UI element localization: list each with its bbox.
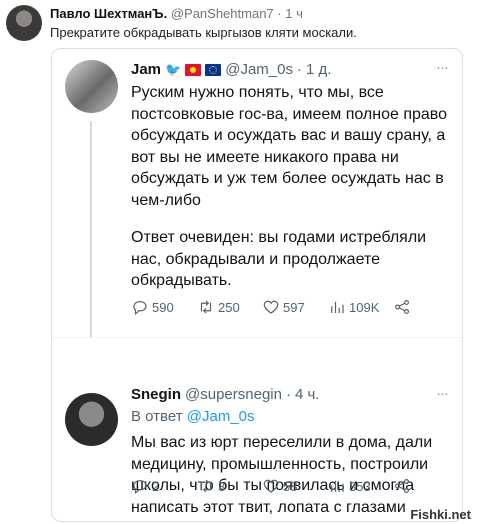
tweet2-author-name[interactable]: Snegin xyxy=(131,386,181,403)
eu-flag-icon xyxy=(205,63,222,76)
tweet1-header: Jam 🐦 @Jam_0s · 1 д. xyxy=(131,61,331,78)
more-icon[interactable]: ··· xyxy=(436,59,449,76)
like-icon xyxy=(263,300,279,314)
views-count: 109K xyxy=(349,299,380,315)
reply-button[interactable]: 590 xyxy=(131,298,197,316)
tweet2-time[interactable]: 4 ч. xyxy=(295,386,320,403)
views-count: 353 xyxy=(349,478,371,494)
views-icon xyxy=(331,301,344,313)
tweet1-author-name[interactable]: Jam xyxy=(131,61,161,78)
share-icon xyxy=(395,479,409,493)
bird-icon: 🐦 xyxy=(165,61,182,77)
reply-icon xyxy=(133,301,147,315)
reply-icon xyxy=(133,480,147,494)
reply-count: 590 xyxy=(152,299,174,315)
watermark: Fishki.net xyxy=(410,507,471,522)
retweet-count: 3 xyxy=(218,478,226,494)
tweet1-actions: 590 250 597 109K xyxy=(131,298,411,316)
reply-to-line: В ответ @Jam_0s xyxy=(131,408,255,425)
like-button[interactable]: 597 xyxy=(262,298,328,316)
outer-time[interactable]: 1 ч xyxy=(285,6,303,21)
tweet1-time[interactable]: 1 д. xyxy=(306,61,331,78)
like-icon xyxy=(263,479,279,493)
tweet-snegin[interactable]: Snegin @supersnegin · 4 ч. ··· В ответ @… xyxy=(52,337,462,521)
views-button[interactable]: 353 xyxy=(328,477,393,495)
share-icon xyxy=(395,300,409,314)
snegin-avatar[interactable] xyxy=(65,393,118,446)
views-icon xyxy=(331,480,344,492)
tweet1-text-second-paragraph: Ответ очевиден: вы годами истребляли нас… xyxy=(131,229,427,289)
views-button[interactable]: 109K xyxy=(328,298,393,316)
kyrgyzstan-flag-icon xyxy=(185,63,202,76)
retweet-count: 250 xyxy=(218,299,240,315)
tweet1-handle[interactable]: @Jam_0s xyxy=(225,61,293,78)
separator-dot: · xyxy=(285,386,291,403)
reply-button[interactable]: 2 xyxy=(131,477,197,495)
outer-post-header: Павло ШехтманЪ. @PanShehtman7 · 1 ч xyxy=(50,6,303,21)
outer-post-text: Прекратите обкрадывать кыргызов кляти мо… xyxy=(50,25,357,40)
tweet-jam[interactable]: Jam 🐦 @Jam_0s · 1 д. ··· Руским нужно по… xyxy=(52,49,462,337)
retweet-button[interactable]: 3 xyxy=(197,477,262,495)
outer-avatar[interactable] xyxy=(6,5,42,41)
reply-prefix: В ответ xyxy=(131,408,183,425)
like-count: 58 xyxy=(283,478,298,494)
reply-mention-link[interactable]: @Jam_0s xyxy=(187,408,255,425)
outer-handle[interactable]: @PanShehtman7 xyxy=(171,6,274,21)
tweet2-header: Snegin @supersnegin · 4 ч. xyxy=(131,386,319,403)
like-count: 597 xyxy=(283,299,305,315)
like-button[interactable]: 58 xyxy=(262,477,328,495)
tweet2-handle[interactable]: @supersnegin xyxy=(185,386,282,403)
jam-avatar[interactable] xyxy=(65,60,118,113)
embedded-screenshot: Jam 🐦 @Jam_0s · 1 д. ··· Руским нужно по… xyxy=(51,48,463,522)
reply-count: 2 xyxy=(152,478,160,494)
retweet-button[interactable]: 250 xyxy=(197,298,262,316)
tweet2-text: Мы вас из юрт переселили в дома, дали ме… xyxy=(131,434,433,516)
outer-author-name[interactable]: Павло ШехтманЪ. xyxy=(50,6,167,21)
retweet-icon xyxy=(200,300,212,314)
share-button[interactable] xyxy=(393,477,411,495)
retweet-icon xyxy=(200,479,212,493)
tweet2-actions: 2 3 58 353 xyxy=(131,477,411,495)
share-button[interactable] xyxy=(393,298,411,316)
more-icon[interactable]: ··· xyxy=(436,385,449,402)
tweet1-text: Руским нужно понять, что мы, все постсов… xyxy=(131,84,448,209)
separator-dot: · xyxy=(277,6,282,21)
separator-dot: · xyxy=(296,61,302,78)
